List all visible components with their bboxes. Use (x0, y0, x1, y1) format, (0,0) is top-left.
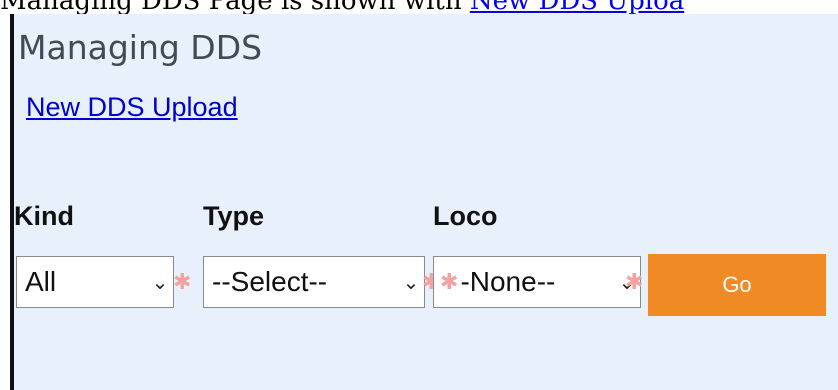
caption-text: Managing DDS Page is shown with (0, 0, 470, 14)
type-select[interactable]: --Select-- ⌄ (203, 256, 425, 308)
chevron-down-icon: ⌄ (151, 271, 169, 294)
type-label: Type (203, 201, 265, 231)
kind-select-value: All (25, 266, 57, 297)
required-asterisk-icon: ✱ (440, 269, 459, 294)
required-asterisk-icon: ✱ (625, 269, 644, 294)
loco-label: Loco (433, 201, 498, 231)
type-select-value: --Select-- (212, 266, 328, 297)
managing-dds-panel: Managing DDS New DDS Upload Kind Type Lo… (10, 14, 838, 390)
page-title: Managing DDS (18, 28, 263, 67)
caption-link[interactable]: New DDS Uploa (470, 0, 684, 14)
kind-label: Kind (14, 201, 74, 231)
required-asterisk-icon: ✱ (173, 269, 192, 294)
loco-select-value: -None-- (460, 266, 556, 297)
loco-select[interactable]: ✱ -None-- ⌄ (433, 256, 641, 308)
top-caption: Managing DDS Page is shown with New DDS … (0, 0, 838, 14)
chevron-down-icon: ⌄ (402, 271, 420, 294)
new-dds-upload-link[interactable]: New DDS Upload (26, 92, 238, 123)
go-button[interactable]: Go (648, 254, 826, 316)
kind-select[interactable]: All ⌄ (16, 256, 174, 308)
